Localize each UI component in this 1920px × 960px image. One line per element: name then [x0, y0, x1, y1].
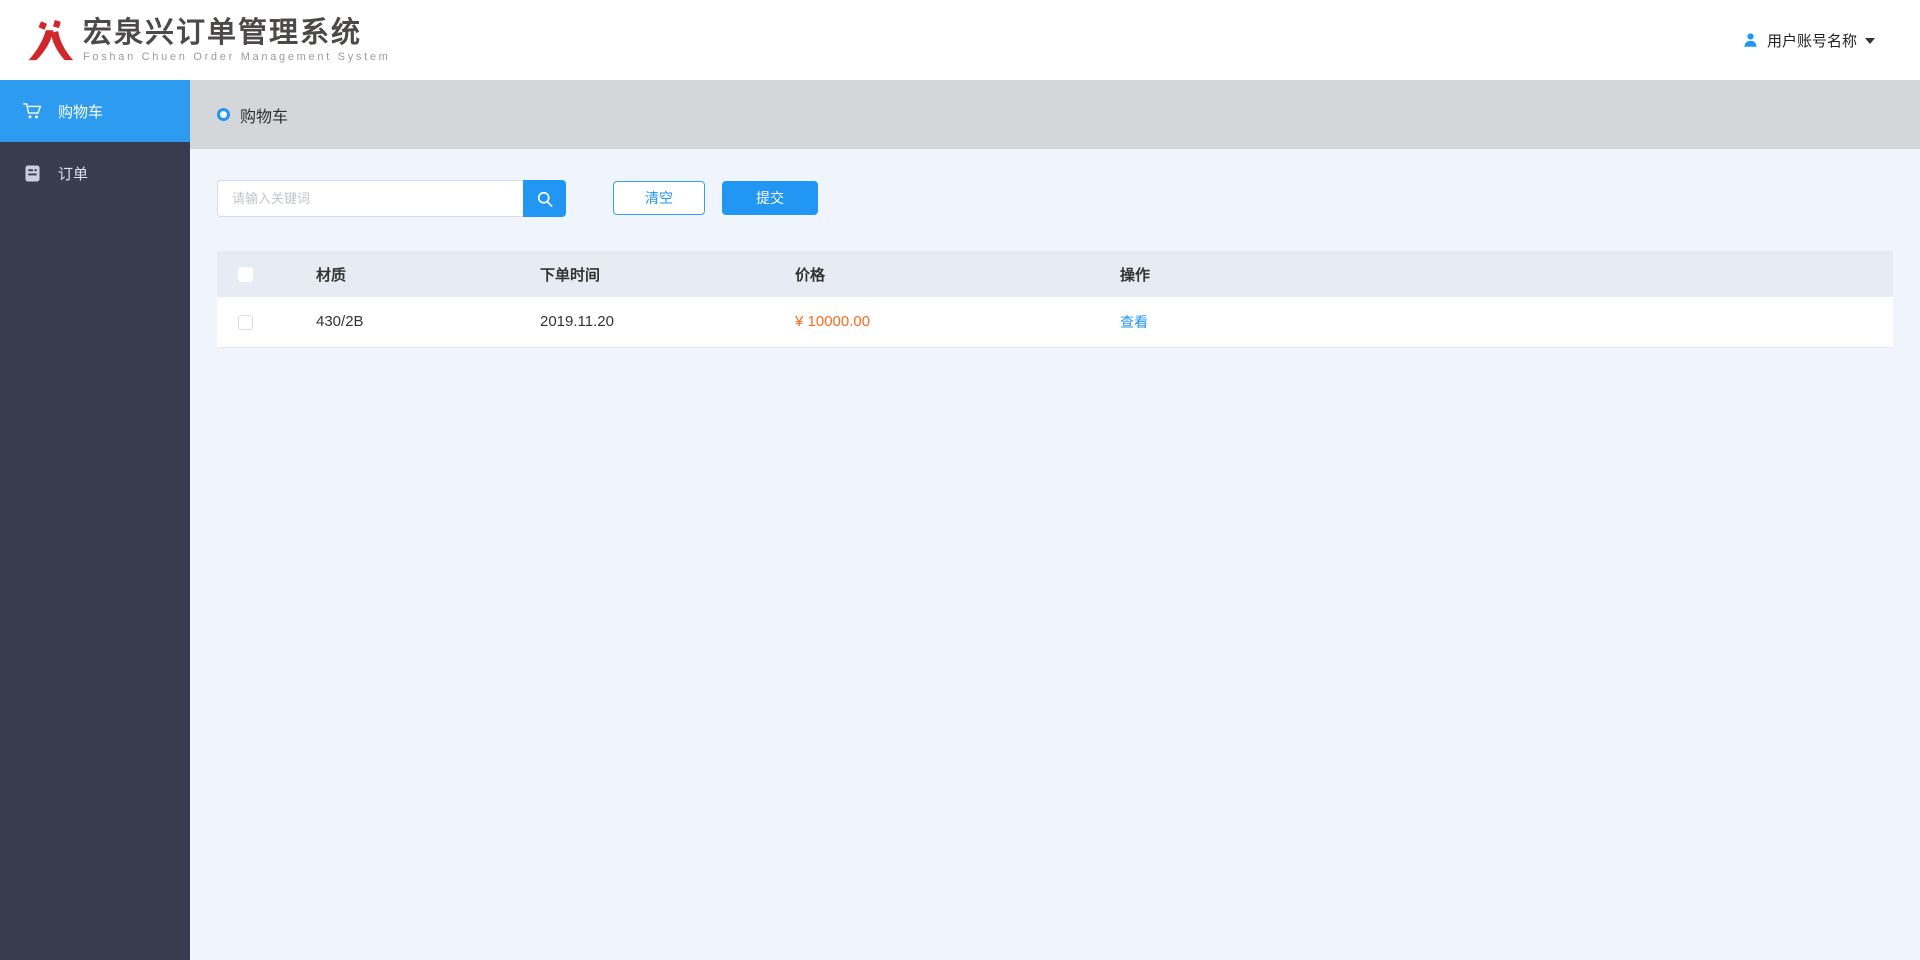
sidebar-item-cart[interactable]: 购物车 — [0, 80, 190, 142]
brand-text: 宏泉兴订单管理系统 Foshan Chuen Order Management … — [83, 17, 391, 63]
brand-title: 宏泉兴订单管理系统 — [83, 17, 363, 49]
column-header-order-time: 下单时间 — [540, 266, 601, 284]
order-list-icon — [20, 165, 44, 182]
table-row: 430/2B 2019.11.20 ¥ 10000.00 查看 — [217, 297, 1893, 347]
search-button[interactable] — [523, 180, 566, 217]
user-icon — [1744, 33, 1757, 47]
brand-subtitle: Foshan Chuen Order Management System — [83, 51, 391, 63]
brand-logo-icon — [28, 19, 74, 60]
brand: 宏泉兴订单管理系统 Foshan Chuen Order Management … — [27, 17, 391, 63]
search-icon — [537, 191, 552, 207]
layout: 购物车 订单 购物车 请输入关键词 清空 提交 材质 下单时间 价格 操作 43… — [0, 80, 1920, 960]
main-content: 购物车 清空 提交 — [190, 80, 1920, 960]
submit-button[interactable]: 提交 — [722, 181, 818, 215]
sidebar: 购物车 订单 — [0, 80, 190, 960]
table-header-row: 材质 下单时间 价格 操作 — [217, 251, 1893, 297]
sidebar-item-orders[interactable]: 订单 — [0, 142, 190, 204]
row-checkbox[interactable] — [238, 314, 253, 330]
search-input[interactable] — [217, 180, 523, 217]
toolbar: 清空 提交 — [217, 180, 1920, 217]
page-header: 购物车 — [190, 80, 1920, 149]
cell-price: ¥ 10000.00 — [795, 313, 871, 331]
sidebar-item-label: 订单 — [58, 165, 89, 183]
caret-down-icon — [1865, 38, 1875, 44]
radio-ring-icon — [217, 108, 230, 121]
user-name: 用户账号名称 — [1766, 32, 1857, 50]
select-all-checkbox[interactable] — [238, 267, 253, 283]
view-link[interactable]: 查看 — [1120, 314, 1148, 330]
search-box — [217, 180, 566, 217]
cell-order-time: 2019.11.20 — [540, 313, 614, 331]
column-header-material: 材质 — [316, 266, 347, 284]
topbar: 宏泉兴订单管理系统 Foshan Chuen Order Management … — [0, 0, 1920, 80]
clear-button[interactable]: 清空 — [613, 181, 705, 215]
user-menu[interactable]: 用户账号名称 — [1742, 30, 1875, 51]
column-header-price: 价格 — [795, 266, 826, 284]
cart-table: 材质 下单时间 价格 操作 430/2B 2019.11.20 ¥ 10000.… — [217, 251, 1893, 348]
page-title: 购物车 — [240, 108, 289, 126]
cell-material: 430/2B — [316, 313, 364, 331]
sidebar-item-label: 购物车 — [58, 103, 104, 121]
column-header-action: 操作 — [1120, 266, 1151, 284]
cart-icon — [20, 101, 44, 121]
